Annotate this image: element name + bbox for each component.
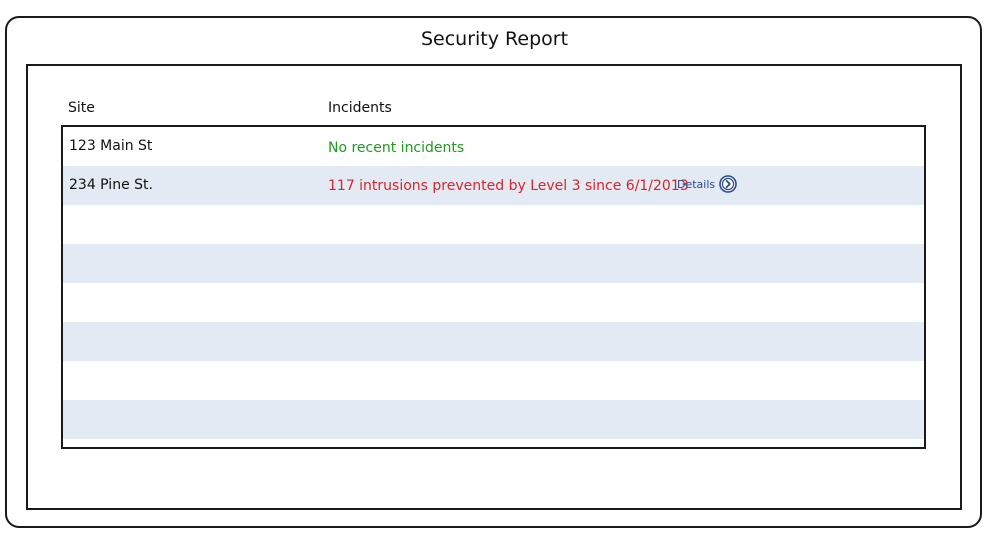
column-header-site: Site (68, 100, 95, 116)
incident-cell: No recent incidents (328, 140, 465, 156)
table-row-empty (63, 361, 924, 400)
site-cell: 123 Main St (69, 138, 153, 154)
site-cell: 234 Pine St. (69, 177, 153, 193)
table-row: 123 Main St No recent incidents (63, 127, 924, 166)
incident-cell: 117 intrusions prevented by Level 3 sinc… (328, 178, 689, 194)
column-header-incidents: Incidents (328, 100, 392, 116)
table-row-empty (63, 322, 924, 361)
table-row-empty (63, 205, 924, 244)
table-row-empty (63, 400, 924, 439)
details-link[interactable]: Details (677, 175, 737, 193)
details-label: Details (677, 177, 716, 191)
chevron-right-circle-icon[interactable] (719, 175, 737, 193)
table-row: 234 Pine St. 117 intrusions prevented by… (63, 166, 924, 205)
table-row-empty (63, 283, 924, 322)
incidents-table: 123 Main St No recent incidents 234 Pine… (61, 125, 926, 449)
page-title: Security Report (420, 28, 569, 50)
table-row-empty (63, 244, 924, 283)
